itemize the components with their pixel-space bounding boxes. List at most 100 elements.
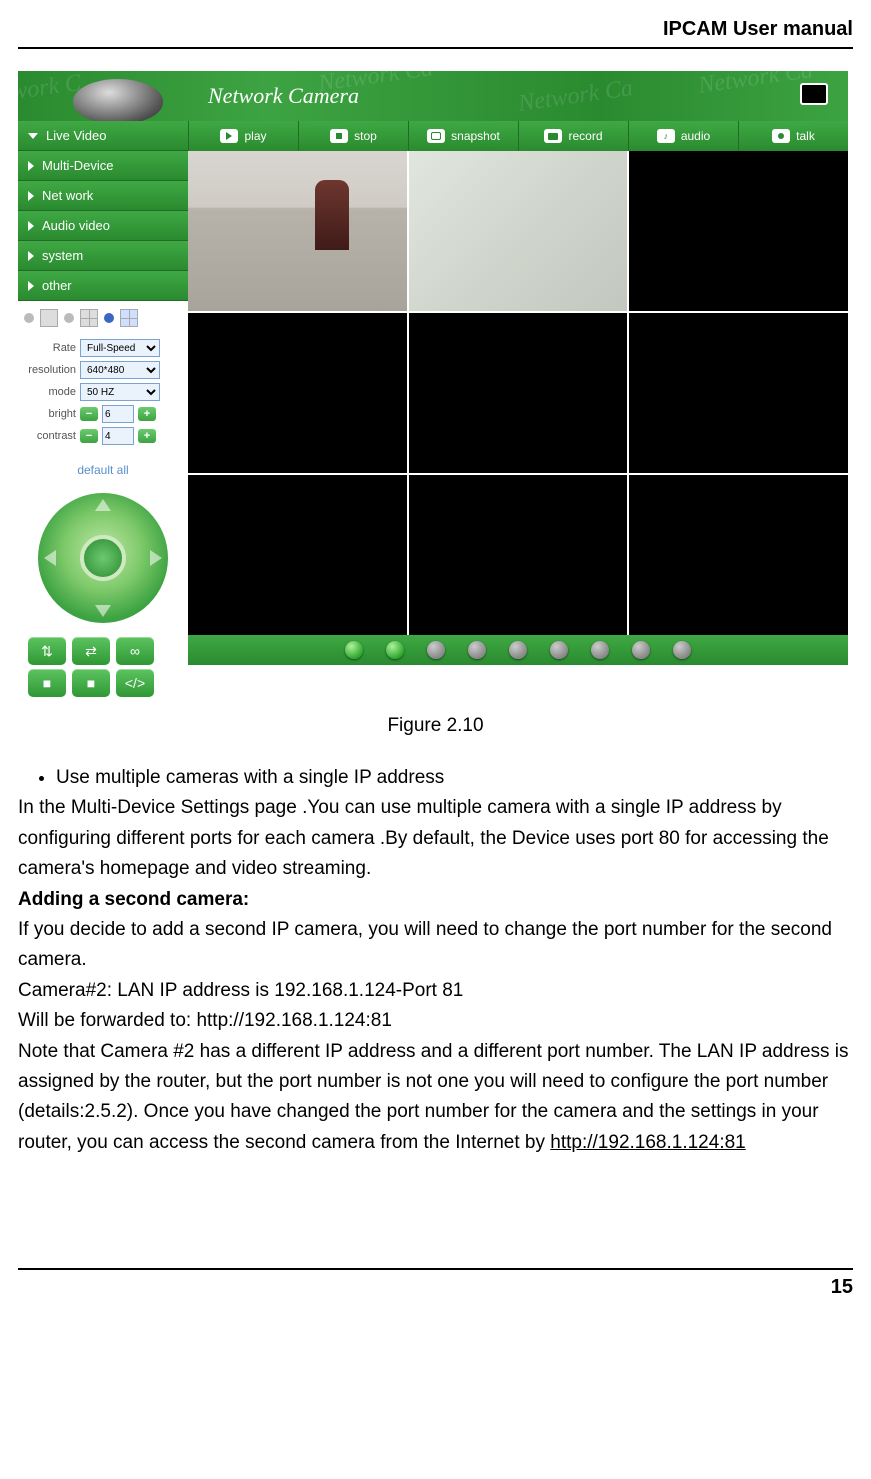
video-cell-9[interactable] [629, 475, 848, 635]
app-screenshot: Network C Network Ca Network Ca Network … [18, 71, 848, 707]
button-label: talk [796, 129, 815, 143]
sidebar-item-label: Audio video [42, 218, 110, 233]
sidebar-item-label: system [42, 248, 83, 263]
video-grid [188, 151, 848, 635]
chevron-right-icon [28, 281, 34, 291]
video-cell-2[interactable] [409, 151, 628, 311]
talk-button[interactable]: talk [738, 121, 848, 151]
horizontal-arrows-icon: ⇄ [85, 643, 97, 660]
bright-plus-button[interactable]: + [138, 407, 156, 421]
page-header: IPCAM User manual [18, 18, 853, 49]
hpatrol-button[interactable]: ⇄ [72, 637, 110, 665]
bright-label: bright [24, 408, 76, 420]
layout-radio-3[interactable] [104, 313, 114, 323]
ptz-down-button[interactable] [95, 605, 111, 617]
sidebar-item-network[interactable]: Net work [18, 181, 188, 211]
rate-select[interactable]: Full-Speed [80, 339, 160, 357]
default-all-link[interactable]: default all [18, 459, 188, 487]
sidebar-item-label: Multi-Device [42, 158, 114, 173]
button-label: snapshot [451, 129, 500, 143]
indicator-1[interactable] [345, 641, 363, 659]
ptz-right-button[interactable] [150, 550, 162, 566]
chevron-down-icon [28, 133, 38, 139]
button-label: audio [681, 129, 710, 143]
page-footer: 15 [18, 1268, 853, 1299]
video-cell-5[interactable] [409, 313, 628, 473]
resolution-select[interactable]: 640*480 [80, 361, 160, 379]
indicator-9[interactable] [673, 641, 691, 659]
sidebar-item-label: other [42, 278, 72, 293]
sidebar-item-system[interactable]: system [18, 241, 188, 271]
paragraph: If you decide to add a second IP camera,… [18, 915, 853, 976]
loop-button[interactable]: ∞ [116, 637, 154, 665]
contrast-minus-button[interactable]: − [80, 429, 98, 443]
subheading: Adding a second camera: [18, 885, 853, 915]
paragraph: In the Multi-Device Settings page .You c… [18, 793, 853, 884]
layout-2x2-icon[interactable] [80, 309, 98, 327]
paragraph: Note that Camera #2 has a different IP a… [18, 1037, 853, 1159]
layout-radio-2[interactable] [64, 313, 74, 323]
video-cell-7[interactable] [188, 475, 407, 635]
paragraph: Will be forwarded to: http://192.168.1.1… [18, 1006, 853, 1036]
bright-minus-button[interactable]: − [80, 407, 98, 421]
bullet-item: Use multiple cameras with a single IP ad… [56, 763, 853, 793]
vertical-arrows-icon: ⇅ [41, 643, 53, 660]
record-icon [544, 129, 562, 143]
audio-button[interactable]: audio [628, 121, 738, 151]
sidebar-item-other[interactable]: other [18, 271, 188, 301]
sidebar-item-live-video[interactable]: Live Video [18, 121, 188, 151]
ptz-left-button[interactable] [44, 550, 56, 566]
video-cell-6[interactable] [629, 313, 848, 473]
square-icon: ■ [43, 675, 51, 691]
channel-indicators [188, 635, 848, 665]
grid-layout-selector [18, 301, 188, 335]
sidebar-item-audio-video[interactable]: Audio video [18, 211, 188, 241]
indicator-3[interactable] [427, 641, 445, 659]
indicator-6[interactable] [550, 641, 568, 659]
sidebar-item-multi-device[interactable]: Multi-Device [18, 151, 188, 181]
camera-icon [427, 129, 445, 143]
mode-select[interactable]: 50 HZ [80, 383, 160, 401]
ptz-up-button[interactable] [95, 499, 111, 511]
contrast-plus-button[interactable]: + [138, 429, 156, 443]
figure-caption: Figure 2.10 [18, 715, 853, 737]
indicator-2[interactable] [386, 641, 404, 659]
video-cell-1[interactable] [188, 151, 407, 311]
indicator-8[interactable] [632, 641, 650, 659]
video-cell-4[interactable] [188, 313, 407, 473]
io-on-button[interactable]: ■ [28, 669, 66, 697]
video-cell-8[interactable] [409, 475, 628, 635]
indicator-4[interactable] [468, 641, 486, 659]
chevron-right-icon [28, 221, 34, 231]
video-cell-3[interactable] [629, 151, 848, 311]
rate-label: Rate [24, 342, 76, 354]
paragraph: Camera#2: LAN IP address is 192.168.1.12… [18, 976, 853, 1006]
bright-input[interactable] [102, 405, 134, 423]
indicator-7[interactable] [591, 641, 609, 659]
chevron-right-icon [28, 191, 34, 201]
camera-url-link[interactable]: http://192.168.1.124:81 [550, 1132, 745, 1153]
layout-1x1-icon[interactable] [40, 309, 58, 327]
fullscreen-icon[interactable] [800, 83, 828, 105]
stop-button[interactable]: stop [298, 121, 408, 151]
ptz-center-button[interactable] [80, 535, 126, 581]
mode-label: mode [24, 386, 76, 398]
play-icon [220, 129, 238, 143]
play-button[interactable]: play [188, 121, 298, 151]
layout-radio-1[interactable] [24, 313, 34, 323]
snapshot-button[interactable]: snapshot [408, 121, 518, 151]
chevron-right-icon [28, 251, 34, 261]
indicator-5[interactable] [509, 641, 527, 659]
layout-3x3-icon[interactable] [120, 309, 138, 327]
app-banner: Network C Network Ca Network Ca Network … [18, 71, 848, 121]
audio-icon [657, 129, 675, 143]
contrast-input[interactable] [102, 427, 134, 445]
infinity-icon: ∞ [130, 643, 140, 659]
chevron-right-icon [28, 161, 34, 171]
record-button[interactable]: record [518, 121, 628, 151]
code-button[interactable]: </> [116, 669, 154, 697]
io-off-button[interactable]: ■ [72, 669, 110, 697]
microphone-icon [772, 129, 790, 143]
vpatrol-button[interactable]: ⇅ [28, 637, 66, 665]
body-text: Use multiple cameras with a single IP ad… [18, 763, 853, 1158]
